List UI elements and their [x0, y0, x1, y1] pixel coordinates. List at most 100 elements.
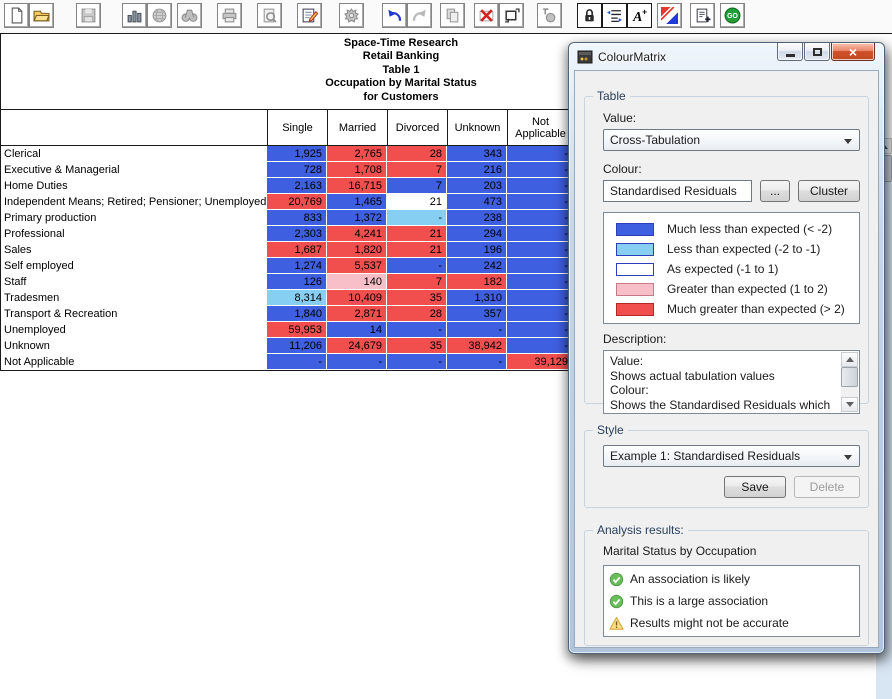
find-button[interactable] — [177, 3, 202, 28]
table-cell[interactable]: 2,163 — [267, 178, 327, 194]
table-cell[interactable]: 11,206 — [267, 338, 327, 354]
table-cell[interactable]: 833 — [267, 210, 327, 226]
row-label[interactable]: Unemployed — [1, 322, 267, 338]
table-cell[interactable]: 35 — [387, 290, 447, 306]
browse-button[interactable]: ... — [760, 180, 790, 202]
table-cell[interactable]: - — [387, 258, 447, 274]
table-cell[interactable]: 1,708 — [327, 162, 387, 178]
table-cell[interactable]: - — [387, 210, 447, 226]
table-cell[interactable]: 216 — [447, 162, 507, 178]
table-cell[interactable]: 728 — [267, 162, 327, 178]
table-cell[interactable]: 7 — [387, 274, 447, 290]
table-cell[interactable]: 16,715 — [327, 178, 387, 194]
dialog-titlebar[interactable]: ColourMatrix — [577, 48, 666, 66]
column-header-not-applicable[interactable]: Not Applicable — [507, 110, 573, 145]
table-cell[interactable]: 2,871 — [327, 306, 387, 322]
row-label[interactable]: Transport & Recreation — [1, 306, 267, 322]
table-cell[interactable]: 1,840 — [267, 306, 327, 322]
row-label[interactable]: Sales — [1, 242, 267, 258]
table-cell[interactable]: 28 — [387, 306, 447, 322]
row-label[interactable]: Not Applicable — [1, 354, 267, 370]
table-cell[interactable]: 343 — [447, 146, 507, 162]
column-header-single[interactable]: Single — [267, 110, 327, 145]
table-cell[interactable]: - — [507, 162, 573, 178]
table-cell[interactable]: 21 — [387, 226, 447, 242]
table-cell[interactable]: 7 — [387, 178, 447, 194]
table-cell[interactable]: - — [507, 194, 573, 210]
open-file-button[interactable] — [29, 3, 54, 28]
description-scrollbar[interactable] — [841, 352, 858, 412]
row-label[interactable]: Independent Means; Retired; Pensioner; U… — [1, 194, 267, 210]
table-cell[interactable]: - — [507, 178, 573, 194]
table-cell[interactable]: - — [507, 258, 573, 274]
row-label[interactable]: Tradesmen — [1, 290, 267, 306]
scroll-up-button[interactable] — [841, 352, 858, 367]
table-cell[interactable]: 196 — [447, 242, 507, 258]
table-cell[interactable]: 238 — [447, 210, 507, 226]
table-cell[interactable]: 39,129 — [507, 354, 573, 370]
colour-matrix-button[interactable] — [657, 3, 682, 28]
column-header-married[interactable]: Married — [327, 110, 387, 145]
table-cell[interactable]: - — [447, 354, 507, 370]
table-cell[interactable]: 8,314 — [267, 290, 327, 306]
table-cell[interactable]: - — [387, 322, 447, 338]
row-label[interactable]: Self employed — [1, 258, 267, 274]
colour-input[interactable]: Standardised Residuals — [603, 180, 752, 202]
globe-button[interactable] — [147, 3, 172, 28]
column-header-unknown[interactable]: Unknown — [447, 110, 507, 145]
font-size-button[interactable]: A+ — [627, 3, 652, 28]
table-cell[interactable]: 1,274 — [267, 258, 327, 274]
resize-table-button[interactable] — [499, 3, 524, 28]
redo-button[interactable] — [407, 3, 432, 28]
table-cell[interactable]: - — [447, 322, 507, 338]
lock-button[interactable] — [577, 3, 602, 28]
table-cell[interactable]: - — [387, 354, 447, 370]
table-cell[interactable]: - — [507, 274, 573, 290]
row-label[interactable]: Clerical — [1, 146, 267, 162]
table-cell[interactable]: 242 — [447, 258, 507, 274]
table-cell[interactable]: 14 — [327, 322, 387, 338]
close-button[interactable]: × — [831, 43, 875, 61]
table-cell[interactable]: 294 — [447, 226, 507, 242]
stub-header-cell[interactable] — [1, 110, 267, 145]
delete-button[interactable]: Delete — [794, 476, 860, 498]
table-cell[interactable]: 38,942 — [447, 338, 507, 354]
table-cell[interactable]: 1,372 — [327, 210, 387, 226]
table-cell[interactable]: - — [507, 242, 573, 258]
row-label[interactable]: Staff — [1, 274, 267, 290]
table-cell[interactable]: 7 — [387, 162, 447, 178]
edit-annotations-button[interactable] — [297, 3, 322, 28]
go-button[interactable]: GO — [720, 3, 745, 28]
table-cell[interactable]: 182 — [447, 274, 507, 290]
table-cell[interactable]: - — [507, 322, 573, 338]
save-button[interactable] — [76, 3, 101, 28]
table-cell[interactable]: - — [327, 354, 387, 370]
tools-button[interactable] — [339, 3, 364, 28]
save-button[interactable]: Save — [724, 476, 786, 498]
table-cell[interactable]: - — [507, 146, 573, 162]
print-preview-button[interactable] — [257, 3, 282, 28]
field-options-button[interactable] — [602, 3, 627, 28]
row-label[interactable]: Home Duties — [1, 178, 267, 194]
undo-button[interactable] — [382, 3, 407, 28]
table-cell[interactable]: 1,925 — [267, 146, 327, 162]
table-cell[interactable]: 35 — [387, 338, 447, 354]
scroll-down-button[interactable] — [841, 397, 858, 412]
bar-chart-button[interactable] — [122, 3, 147, 28]
table-cell[interactable]: 1,310 — [447, 290, 507, 306]
table-cell[interactable]: 126 — [267, 274, 327, 290]
description-box[interactable]: Value: Shows actual tabulation values Co… — [603, 350, 860, 414]
new-document-button[interactable] — [4, 3, 29, 28]
add-document-button[interactable] — [690, 3, 715, 28]
table-cell[interactable]: - — [267, 354, 327, 370]
table-cell[interactable]: 59,953 — [267, 322, 327, 338]
cluster-button[interactable]: Cluster — [798, 180, 860, 202]
table-cell[interactable]: 21 — [387, 242, 447, 258]
table-cell[interactable]: - — [507, 290, 573, 306]
table-cell[interactable]: 20,769 — [267, 194, 327, 210]
row-label[interactable]: Executive & Managerial — [1, 162, 267, 178]
table-cell[interactable]: 21 — [387, 194, 447, 210]
table-cell[interactable]: 2,765 — [327, 146, 387, 162]
table-cell[interactable]: - — [507, 338, 573, 354]
row-label[interactable]: Primary production — [1, 210, 267, 226]
